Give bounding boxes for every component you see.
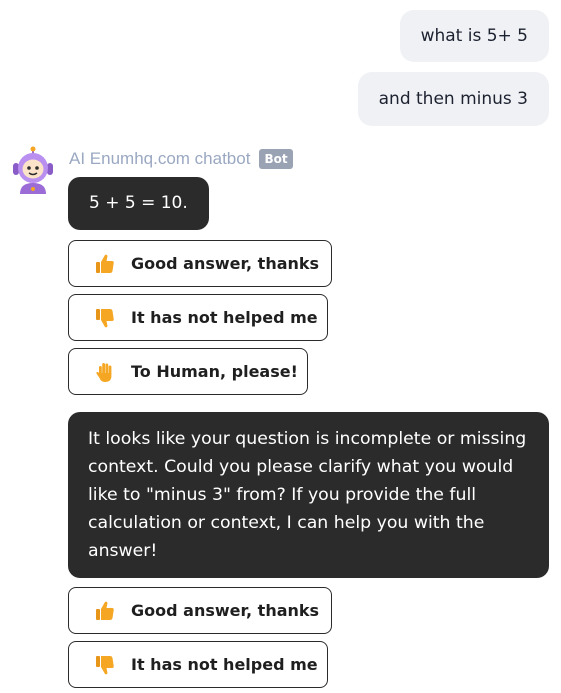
to-human-label: To Human, please! — [131, 362, 298, 381]
good-answer-label: Good answer, thanks — [131, 254, 320, 273]
user-message: what is 5+ 5 — [399, 10, 549, 62]
bot-message: It looks like your question is incomplet… — [68, 412, 549, 578]
bot-badge: Bot — [259, 149, 293, 169]
good-answer-button[interactable]: Good answer, thanks — [68, 240, 332, 287]
bot-avatar — [8, 146, 58, 196]
robot-avatar-icon — [13, 146, 53, 194]
good-answer-button[interactable]: Good answer, thanks — [68, 587, 332, 634]
bot-name: AI Enumhq.com chatbot — [69, 149, 251, 168]
thumbs-down-icon — [93, 306, 117, 330]
not-helped-button[interactable]: It has not helped me — [68, 294, 328, 341]
thumbs-down-icon — [93, 653, 117, 677]
not-helped-button[interactable]: It has not helped me — [68, 641, 328, 688]
raised-hand-icon — [93, 360, 117, 384]
user-message: and then minus 3 — [357, 72, 549, 126]
good-answer-label: Good answer, thanks — [131, 601, 320, 620]
bot-message: 5 + 5 = 10. — [68, 177, 209, 230]
not-helped-label: It has not helped me — [131, 655, 318, 674]
bot-header: AI Enumhq.com chatbot Bot — [69, 147, 293, 171]
thumbs-up-icon — [93, 599, 117, 623]
not-helped-label: It has not helped me — [131, 308, 318, 327]
to-human-button[interactable]: To Human, please! — [68, 348, 308, 395]
thumbs-up-icon — [93, 252, 117, 276]
